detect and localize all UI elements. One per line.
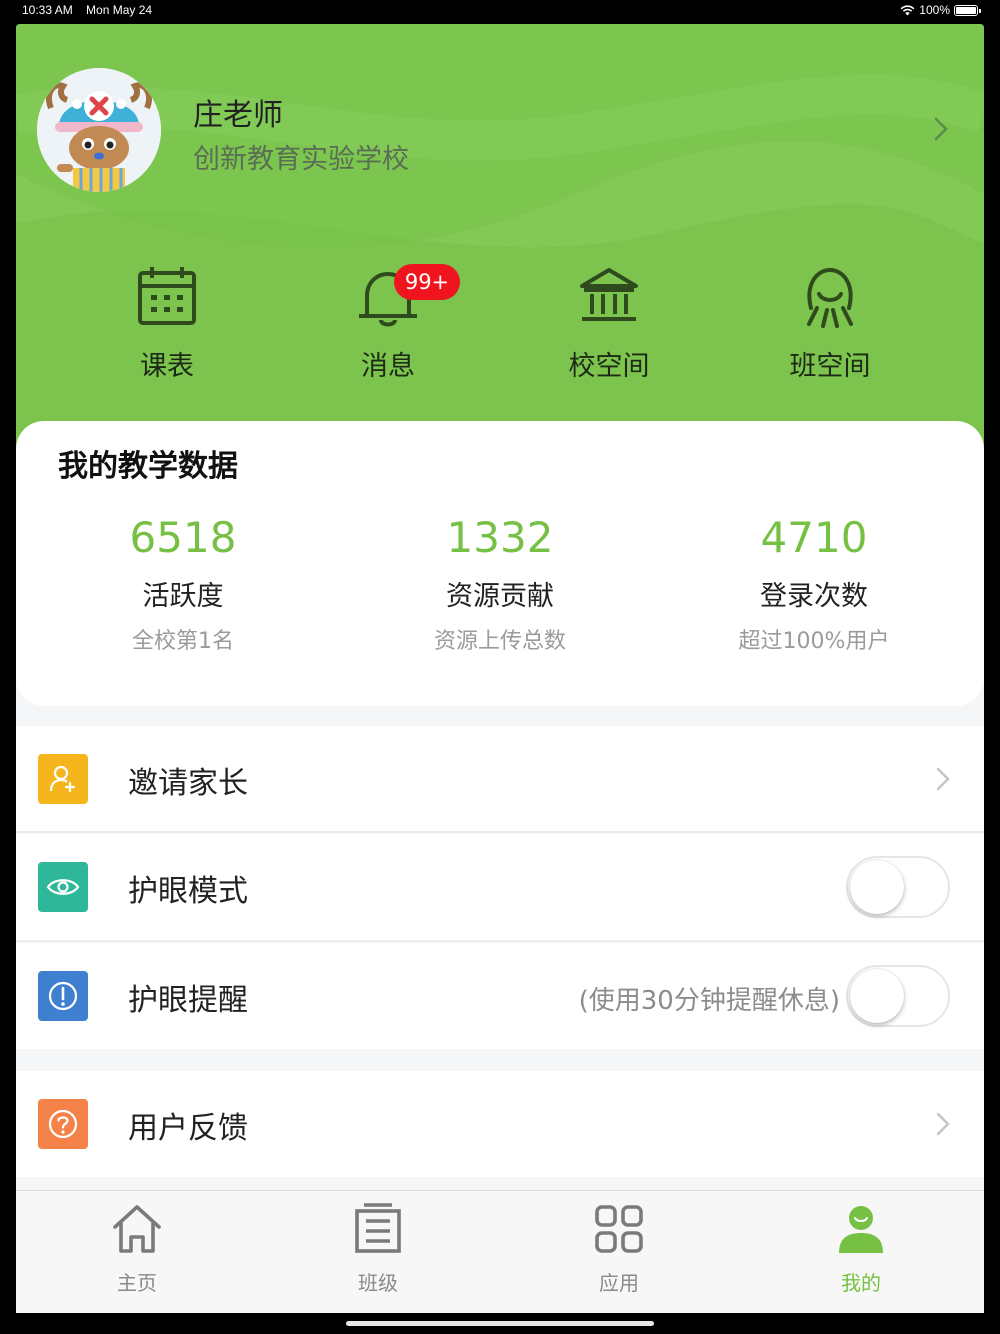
tab-profile[interactable]: 我的 <box>801 1201 921 1296</box>
status-time: 10:33 AM <box>22 3 73 17</box>
battery-percent: 100% <box>919 3 950 17</box>
chevron-right-icon <box>936 767 950 791</box>
home-icon <box>113 1205 161 1253</box>
tab-home[interactable]: 主页 <box>77 1201 197 1296</box>
tab-class[interactable]: 班级 <box>318 1201 438 1296</box>
quick-action-messages[interactable]: 99+ 消息 <box>318 264 460 383</box>
toggle-knob <box>850 860 904 914</box>
quick-action-label: 校空间 <box>568 351 650 382</box>
teaching-data-card: 我的教学数据 6518 活跃度 全校第1名 1332 资源贡献 资源上传总数 4… <box>16 421 984 706</box>
chevron-right-icon[interactable] <box>932 116 950 142</box>
home-indicator[interactable] <box>346 1321 654 1326</box>
tab-label: 我的 <box>841 1271 881 1295</box>
toggle-knob <box>850 969 904 1023</box>
settings-row-eye-reminder: 护眼提醒 (使用30分钟提醒休息) <box>16 943 984 1049</box>
class-space-icon <box>807 267 853 328</box>
stat-login-count[interactable]: 4710 登录次数 超过100%用户 <box>664 513 964 655</box>
divider <box>16 831 984 833</box>
settings-row-label: 用户反馈 <box>128 1111 248 1146</box>
stat-name: 活跃度 <box>142 581 224 612</box>
app-window: 庄老师 创新教育实验学校 课表 99+ 消息 校空间 班空间 我的教学数据 65… <box>16 24 984 1313</box>
quick-action-schedule[interactable]: 课表 <box>97 264 237 383</box>
settings-row-eye-mode: 护眼模式 <box>16 834 984 940</box>
message-count-badge: 99+ <box>394 264 460 300</box>
avatar[interactable] <box>37 68 161 192</box>
invite-user-icon <box>38 754 88 804</box>
eye-icon <box>38 862 88 912</box>
eye-mode-toggle[interactable] <box>846 856 950 918</box>
settings-row-invite-parents[interactable]: 邀请家长 <box>16 726 984 832</box>
stat-resource-contribution[interactable]: 1332 资源贡献 资源上传总数 <box>350 513 650 655</box>
status-date: Mon May 24 <box>86 3 153 17</box>
tab-label: 班级 <box>358 1271 398 1295</box>
settings-row-label: 护眼模式 <box>128 874 248 909</box>
stat-desc: 超过100%用户 <box>738 629 890 654</box>
question-icon <box>38 1099 88 1149</box>
battery-icon <box>954 4 981 16</box>
profile-header: 庄老师 创新教育实验学校 课表 99+ 消息 校空间 班空间 <box>16 24 984 464</box>
eye-reminder-toggle[interactable] <box>846 965 950 1027</box>
quick-action-label: 消息 <box>361 351 415 382</box>
quick-action-school-space[interactable]: 校空间 <box>539 264 679 383</box>
class-icon <box>355 1203 401 1253</box>
quick-action-label: 班空间 <box>789 351 871 382</box>
chopper-avatar-icon <box>37 68 161 192</box>
quick-action-label: 课表 <box>140 351 194 382</box>
profile-icon <box>839 1206 883 1253</box>
status-bar: 10:33 AM Mon May 24 100% <box>0 0 1000 22</box>
teaching-data-title: 我的教学数据 <box>58 449 238 484</box>
alert-icon <box>38 971 88 1021</box>
stat-value: 4710 <box>760 513 868 562</box>
tab-label: 主页 <box>117 1271 157 1295</box>
tab-apps[interactable]: 应用 <box>559 1201 679 1296</box>
stat-name: 资源贡献 <box>446 581 554 612</box>
apps-icon <box>595 1205 643 1253</box>
settings-row-feedback[interactable]: 用户反馈 <box>16 1071 984 1177</box>
tab-label: 应用 <box>599 1271 639 1295</box>
header-wave-decoration <box>16 74 984 464</box>
bottom-tab-bar: 主页 班级 应用 我的 <box>16 1190 984 1313</box>
divider <box>16 940 984 942</box>
school-building-icon <box>580 268 638 321</box>
settings-row-label: 邀请家长 <box>128 766 248 801</box>
teacher-name: 庄老师 <box>193 98 283 133</box>
settings-row-label: 护眼提醒 <box>128 983 248 1018</box>
wifi-icon <box>900 4 915 15</box>
stat-desc: 资源上传总数 <box>433 629 566 654</box>
stat-desc: 全校第1名 <box>132 629 234 654</box>
eye-reminder-hint: (使用30分钟提醒休息) <box>578 986 840 1016</box>
stat-activity[interactable]: 6518 活跃度 全校第1名 <box>33 513 333 655</box>
chevron-right-icon <box>936 1112 950 1136</box>
stat-value: 6518 <box>129 513 237 562</box>
stat-value: 1332 <box>446 513 554 562</box>
stat-name: 登录次数 <box>760 581 868 612</box>
calendar-icon <box>138 267 196 325</box>
school-name: 创新教育实验学校 <box>193 144 409 175</box>
quick-action-class-space[interactable]: 班空间 <box>760 264 900 383</box>
